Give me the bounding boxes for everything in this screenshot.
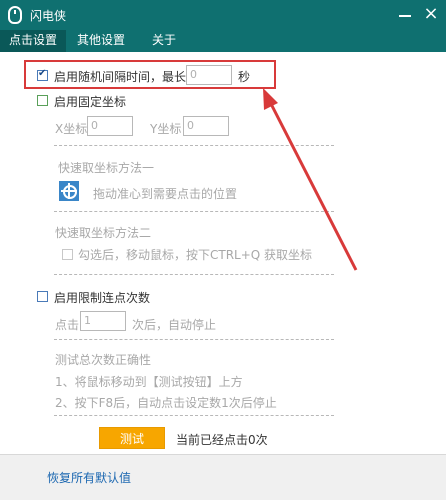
arrow-head [263, 88, 278, 110]
annotation-arrow [263, 88, 358, 271]
reset-defaults-link[interactable]: 恢复所有默认值 [47, 469, 131, 486]
arrow-shaft [265, 95, 358, 271]
